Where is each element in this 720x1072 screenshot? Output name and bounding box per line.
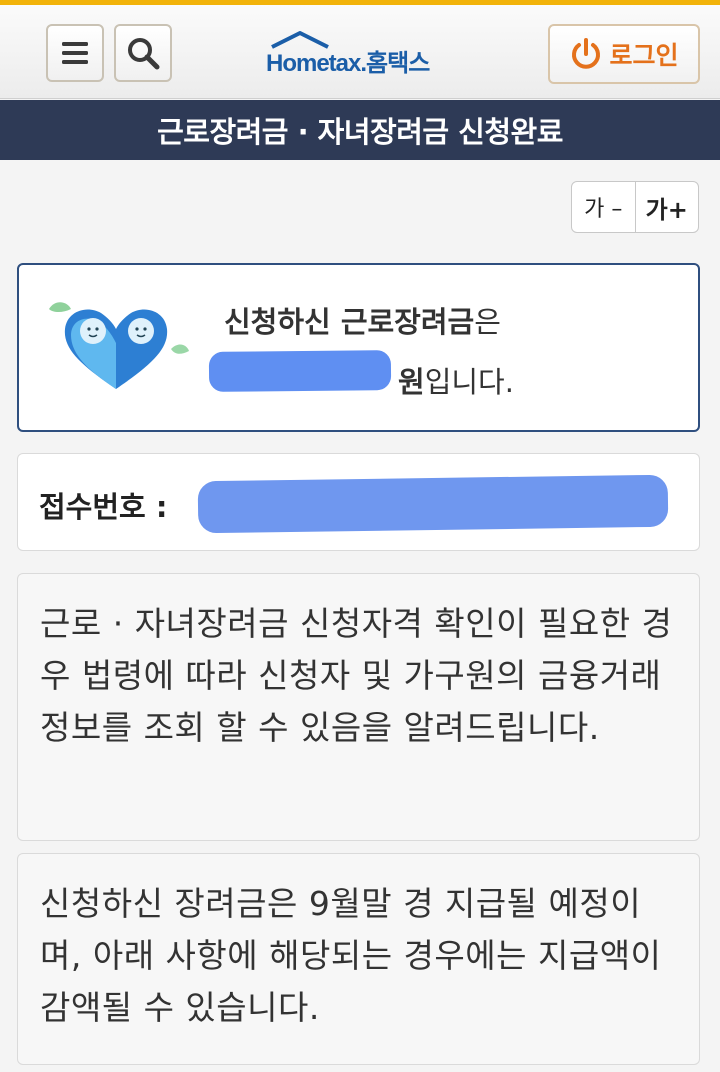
search-icon <box>128 38 160 70</box>
login-label: 로그인 <box>609 41 679 70</box>
logo-kor: 홈택스 <box>366 50 430 77</box>
amount-label-bold: 신청하신 근로장려금 <box>224 305 475 339</box>
payment-schedule-notice: 신청하신 장려금은 9월말 경 지급될 예정이며, 아래 사항에 해당되는 경우… <box>17 853 700 1065</box>
heart-mascot-icon <box>49 302 189 389</box>
menu-button[interactable] <box>46 24 104 82</box>
search-button[interactable] <box>114 24 172 82</box>
login-button[interactable]: 로그인 <box>548 24 700 84</box>
amount-label: 신청하신 근로장려금은 <box>224 299 501 341</box>
logo-brand: Hometax. <box>266 50 367 77</box>
amount-unit-line: 원입니다. <box>398 359 514 401</box>
redacted-receipt-number <box>197 474 669 534</box>
receipt-number-label: 접수번호 : <box>39 490 168 524</box>
font-size-controls: 가 – 가+ <box>571 181 699 233</box>
page-title: 근로장려금 · 자녀장려금 신청완료 <box>157 115 563 149</box>
receipt-card: 접수번호 : <box>17 453 700 551</box>
power-icon <box>572 38 601 69</box>
font-increase-button[interactable]: 가+ <box>634 182 699 232</box>
amount-card: 신청하신 근로장려금은 원입니다. <box>17 263 700 432</box>
amount-unit-rest: 입니다. <box>424 365 514 399</box>
redacted-amount <box>208 350 392 392</box>
hometax-logo[interactable]: Hometax.홈택스 <box>264 29 454 79</box>
page-title-bar: 근로장려금 · 자녀장려금 신청완료 <box>0 100 720 160</box>
font-decrease-button[interactable]: 가 – <box>572 182 635 232</box>
amount-unit: 원 <box>398 365 425 399</box>
app-header: Hometax.홈택스 로그인 <box>0 5 720 99</box>
amount-label-rest: 은 <box>474 305 501 339</box>
logo-text: Hometax.홈택스 <box>266 43 430 78</box>
hamburger-menu-icon <box>62 42 88 64</box>
financial-info-notice: 근로 · 자녀장려금 신청자격 확인이 필요한 경우 법령에 따라 신청자 및 … <box>17 573 700 841</box>
